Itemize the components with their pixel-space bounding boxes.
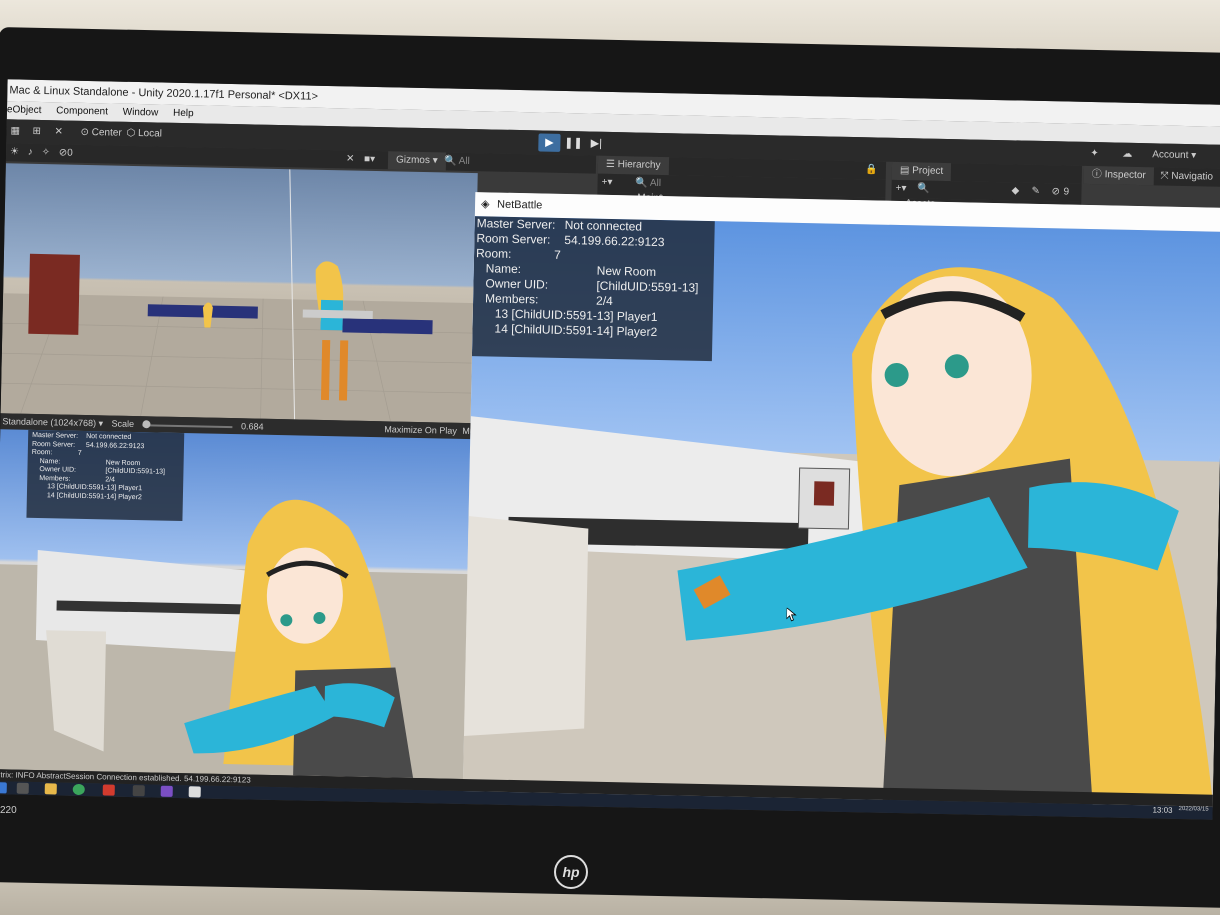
- play-button[interactable]: ▶: [538, 133, 561, 152]
- inspector-tab-label: Inspector: [1104, 169, 1146, 182]
- room-name-value: New Room: [596, 263, 657, 279]
- inspector-panel-header: ⓘ Inspector ⤧ Navigatio: [1083, 165, 1220, 187]
- start-menu-icon[interactable]: [0, 782, 7, 794]
- net-info-overlay: Master Server: Not connected Room Server:…: [471, 216, 715, 362]
- add-icon[interactable]: +▾: [601, 177, 612, 188]
- lighting-icon[interactable]: ☀: [10, 146, 19, 157]
- gizmos-dropdown[interactable]: Gizmos ▾: [387, 151, 446, 171]
- taskbar-clock-time[interactable]: 13:03: [1152, 805, 1172, 814]
- tab-project[interactable]: ▤ Project: [891, 161, 952, 182]
- tab-inspector[interactable]: ⓘ Inspector: [1083, 165, 1154, 186]
- rect-tool-icon[interactable]: ⊞: [28, 124, 45, 140]
- account-label: Account: [1152, 149, 1189, 162]
- filter-type-icon[interactable]: ◆: [1011, 182, 1019, 200]
- hierarchy-search[interactable]: 🔍 All: [635, 177, 661, 189]
- maximize-on-play-button[interactable]: Maximize On Play: [384, 421, 457, 439]
- netbattle-game-view[interactable]: Master Server: Not connected Room Server:…: [462, 216, 1220, 808]
- hierarchy-tab-label: Hierarchy: [617, 159, 661, 171]
- project-tab-label: Project: [912, 165, 944, 177]
- menu-help[interactable]: Help: [173, 108, 194, 119]
- visual-studio-icon[interactable]: [160, 785, 173, 797]
- camera-icon[interactable]: ■▾: [364, 151, 375, 169]
- tools-icon[interactable]: ✕: [346, 150, 355, 168]
- tab-hierarchy[interactable]: ☰ Hierarchy: [597, 155, 669, 176]
- master-server-value: Not connected: [564, 218, 643, 234]
- scene-view[interactable]: [0, 163, 478, 424]
- cloud-icon[interactable]: ☁: [1118, 147, 1136, 163]
- lock-icon[interactable]: 🔒: [865, 161, 878, 179]
- chrome-icon[interactable]: [72, 783, 85, 796]
- hand-tool-icon[interactable]: ▦: [6, 123, 24, 139]
- terminal-icon[interactable]: [132, 785, 145, 797]
- menu-window[interactable]: Window: [123, 107, 159, 119]
- effects-icon[interactable]: ✧: [42, 147, 51, 158]
- navigation-tab-label: Navigatio: [1171, 170, 1214, 183]
- account-button[interactable]: Account ▾: [1148, 147, 1200, 164]
- hidden-packages-icon[interactable]: ⊘: [1051, 183, 1060, 201]
- members-value: 2/4: [595, 293, 613, 309]
- collab-icon[interactable]: ✦: [1086, 146, 1103, 162]
- local-label: Local: [137, 128, 163, 140]
- room-server-value: 54.199.66.22:9123: [564, 233, 665, 250]
- tab-navigation[interactable]: ⤧ Navigatio: [1160, 170, 1213, 182]
- gizmos-label: Gizmos: [395, 154, 431, 167]
- pause-icon: ❚❚: [564, 136, 583, 150]
- small-owner-value: [ChildUID:5591-13]: [105, 467, 166, 476]
- project-search-icon[interactable]: 🔍: [917, 183, 930, 194]
- menu-component[interactable]: Component: [56, 105, 108, 117]
- step-icon: ▶|: [590, 137, 603, 150]
- unity-taskbar-icon[interactable]: [188, 786, 201, 798]
- scene-search[interactable]: 🔍 All: [444, 152, 470, 171]
- owner-uid-value: [ChildUID:5591-13]: [596, 278, 699, 295]
- game-view[interactable]: Master Server: Not connected Room Server:…: [0, 429, 473, 780]
- netbattle-title: NetBattle: [496, 198, 543, 212]
- acrobat-icon[interactable]: [102, 784, 115, 796]
- display-resolution-dropdown[interactable]: Standalone (1024x768) ▾: [2, 416, 103, 428]
- hp-logo: hp: [554, 855, 588, 889]
- monitor-model-label: 220: [0, 805, 17, 816]
- hp-logo-text: hp: [562, 864, 580, 880]
- scene-render: [0, 169, 476, 424]
- scene-search-placeholder: All: [458, 155, 470, 167]
- small-room-value: 7: [77, 449, 82, 457]
- file-explorer-icon[interactable]: [44, 783, 57, 795]
- transform-tool-icon[interactable]: ✕: [50, 124, 67, 140]
- project-count: 9: [1063, 186, 1070, 198]
- room-label: Room:: [475, 246, 512, 261]
- small-name-value: New Room: [105, 458, 141, 467]
- small-player-row: 14 [ChildUID:5591-14] Player2: [46, 491, 142, 501]
- unity-logo-icon: ◈: [480, 198, 490, 211]
- scale-label: Scale: [111, 418, 135, 430]
- netbattle-window[interactable]: ◈ NetBattle Master Server: Not connected…: [462, 192, 1220, 808]
- net-info-overlay-small: Master Server: Not connected Room Server:…: [26, 429, 185, 522]
- pivot-center-button[interactable]: ⊙ Center: [76, 125, 126, 142]
- menu-gameobject[interactable]: eObject: [7, 104, 42, 116]
- play-icon: ▶: [545, 136, 554, 149]
- display-resolution: Standalone (1024x768): [2, 416, 97, 429]
- filter-label-icon[interactable]: ✎: [1031, 183, 1040, 201]
- project-add-icon[interactable]: +▾: [895, 183, 906, 194]
- mouse-cursor-icon: [786, 607, 797, 622]
- hidden-count: 0: [67, 147, 73, 159]
- small-master-value: Not connected: [86, 433, 132, 441]
- center-label: Center: [91, 127, 122, 139]
- taskbar-clock-date[interactable]: 2022/03/15: [1179, 806, 1209, 813]
- task-view-icon[interactable]: [16, 782, 29, 794]
- pause-button[interactable]: ❚❚: [563, 134, 583, 152]
- small-room-server-value: 54.199.66.22:9123: [85, 441, 145, 450]
- room-value: 7: [553, 247, 561, 262]
- step-button[interactable]: ▶|: [586, 134, 606, 152]
- pivot-local-button[interactable]: ⬡ Local: [122, 126, 166, 143]
- monitor-screen: Mac & Linux Standalone - Unity 2020.1.17…: [0, 79, 1220, 820]
- scale-slider[interactable]: [142, 419, 233, 428]
- scale-value: 0.684: [240, 421, 264, 432]
- scale-slider-handle[interactable]: [142, 419, 151, 428]
- audio-icon[interactable]: ♪: [28, 147, 33, 158]
- small-members-value: 2/4: [105, 475, 116, 484]
- hierarchy-search-placeholder: All: [649, 177, 662, 190]
